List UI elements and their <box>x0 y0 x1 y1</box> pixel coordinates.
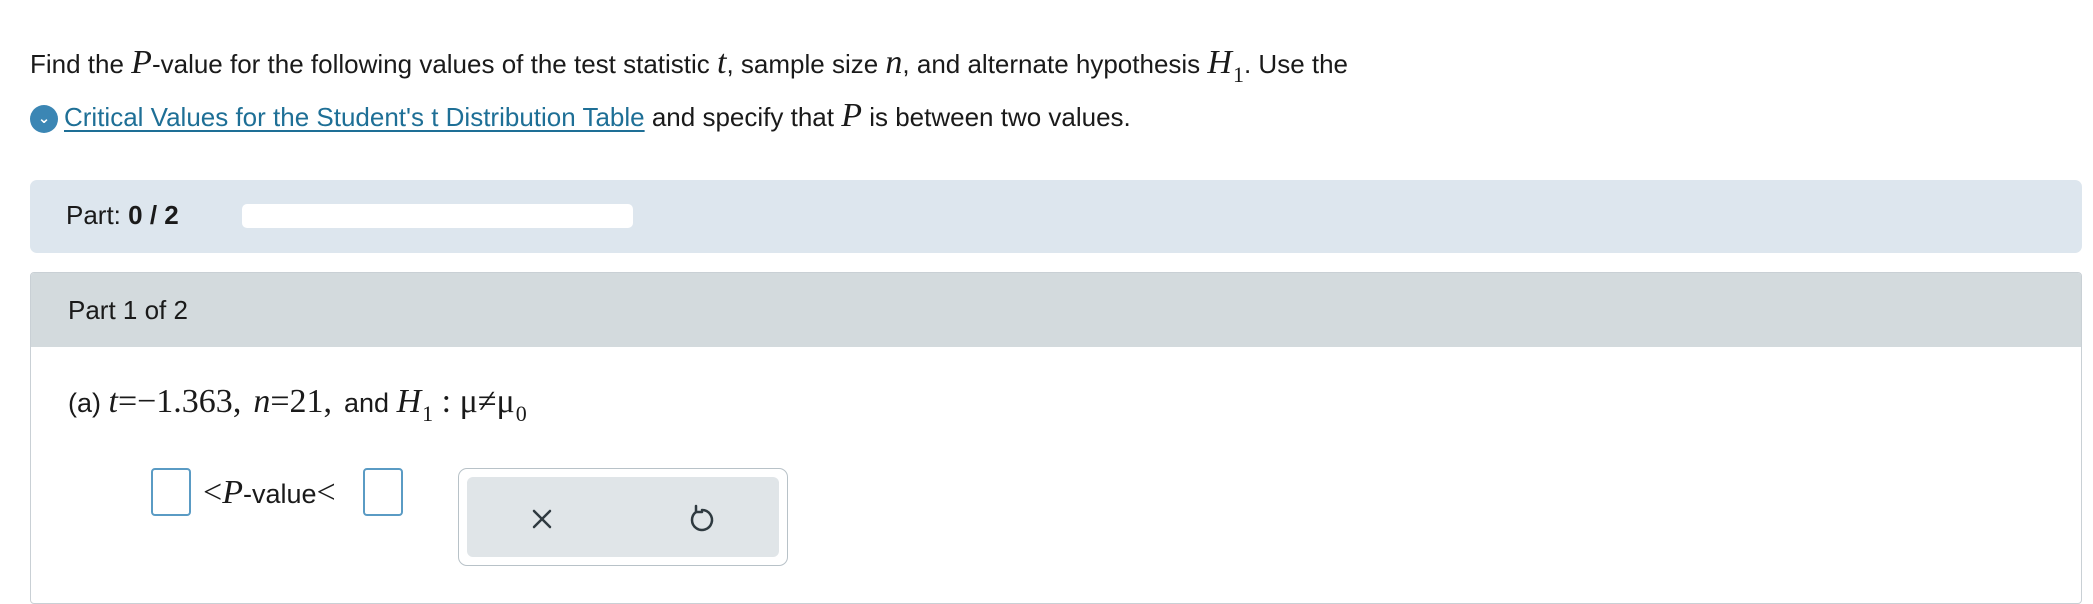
instructions-line-2: ⌄ Critical Values for the Student's t Dis… <box>30 97 1131 135</box>
upper-bound-input[interactable] <box>363 468 403 516</box>
question-a: (a) t=−1.363, n=21, and H1 : μ≠μ0 <box>68 383 527 426</box>
answer-tools <box>458 468 788 566</box>
n-symbol: n <box>885 44 903 81</box>
part-header: Part 1 of 2 <box>31 273 2081 347</box>
lower-bound-input[interactable] <box>151 468 191 516</box>
x-icon <box>532 509 552 529</box>
h1-symbol: H1 <box>1207 44 1244 87</box>
part-progress-label: Part: 0 / 2 <box>66 200 179 230</box>
clear-button[interactable] <box>522 499 562 539</box>
p-value-label: <P-value< <box>203 474 336 511</box>
p-symbol: P <box>131 44 152 81</box>
undo-button[interactable] <box>682 499 722 539</box>
instructions-line-1: Find the P-value for the following value… <box>30 44 1349 87</box>
part-progress-bar: Part: 0 / 2 <box>30 180 2082 253</box>
part-progress-value: 0 / 2 <box>128 200 179 230</box>
progress-track <box>242 204 633 228</box>
part-header-title: Part 1 of 2 <box>68 295 188 325</box>
t-table-link[interactable]: Critical Values for the Student's t Dist… <box>64 102 645 132</box>
undo-icon <box>690 504 714 532</box>
p-symbol-2: P <box>841 97 862 134</box>
expand-chevron-icon[interactable]: ⌄ <box>30 105 58 133</box>
part-card: Part 1 of 2 (a) t=−1.363, n=21, and H1 : μ… <box>30 272 2082 604</box>
